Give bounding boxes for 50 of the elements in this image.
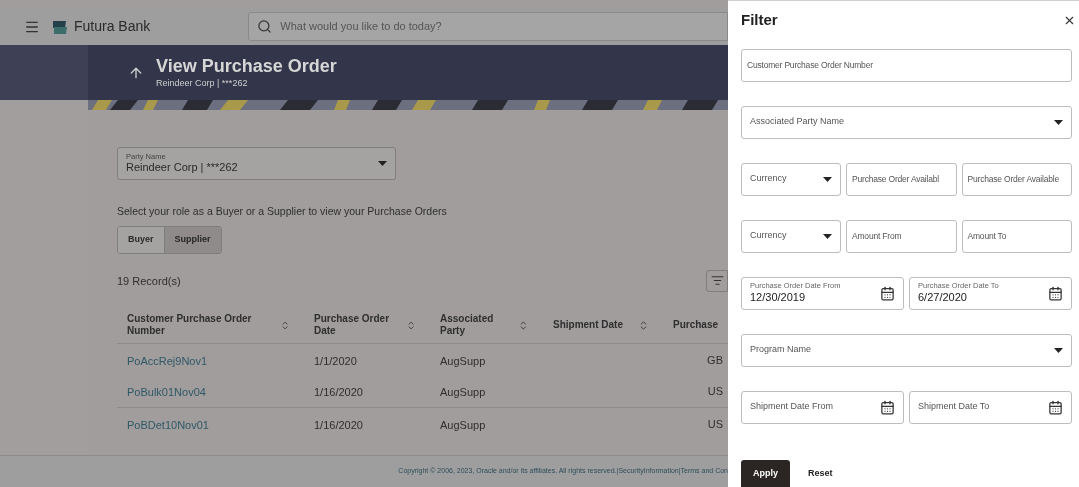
input-field[interactable]: Purchase Order Availabl [846, 162, 957, 196]
column-header[interactable]: Associated Party [440, 312, 519, 338]
apply-button[interactable]: Apply [741, 459, 790, 487]
column-header[interactable]: Customer Purchase Order Number [127, 312, 280, 338]
calendar-icon [880, 399, 895, 415]
column-header[interactable]: Shipment Date [553, 319, 623, 332]
dropdown-caret-icon [823, 176, 832, 182]
page-subtitle: Reindeer Corp | ***262 [156, 77, 249, 90]
calendar-icon [880, 285, 895, 301]
column-header[interactable]: Purchase Order Date [314, 312, 406, 338]
table-cell: AugSupp [440, 418, 486, 431]
input-field[interactable]: Customer Purchase Order Number [741, 48, 1072, 82]
dropdown-field[interactable]: Program Name [741, 333, 1072, 367]
table-cell-text: US [707, 384, 723, 399]
input-field[interactable]: Purchase Order Available [961, 162, 1072, 196]
table-cell: 1/16/2020 [314, 418, 363, 431]
sort-icon[interactable] [518, 319, 529, 331]
table-cell: AugSupp [440, 386, 486, 399]
brand-name: Futura Bank [74, 17, 151, 36]
role-instruction: Select your role as a Buyer or a Supplier to view your Purchase Orders [117, 204, 448, 219]
dropdown-caret-icon [823, 233, 832, 239]
input-field[interactable]: Amount From [846, 219, 957, 253]
column-header[interactable]: Purchase [673, 319, 719, 332]
table-cell: AugSupp [440, 354, 486, 367]
calendar-icon [1048, 285, 1063, 301]
dropdown-caret-icon [1054, 347, 1063, 353]
calendar-icon [1048, 399, 1063, 415]
bank-logo-icon [52, 18, 68, 35]
role-toggle[interactable]: Supplier [163, 226, 221, 253]
table-cell: 1/1/2020 [314, 354, 357, 367]
dropdown-caret-icon [378, 161, 387, 166]
page-title: View Purchase Order [156, 54, 337, 77]
filter-title: Filter [741, 10, 778, 30]
dropdown-field[interactable]: Currency [741, 162, 841, 196]
table-cell: 1/16/2020 [314, 386, 363, 399]
sort-icon[interactable] [638, 319, 649, 331]
search-icon [257, 19, 273, 34]
record-count: 19 Record(s) [117, 273, 181, 289]
role-toggle[interactable]: Buyer [118, 226, 164, 253]
dropdown-field[interactable]: Currency [741, 219, 841, 253]
input-field[interactable]: Amount To [961, 219, 1072, 253]
sort-icon[interactable] [405, 319, 416, 331]
table-cell-text: GB [707, 352, 723, 368]
filter-icon [710, 274, 724, 288]
dropdown-field[interactable]: Associated Party Name [741, 105, 1072, 139]
dropdown-caret-icon [1054, 119, 1063, 125]
sort-icon[interactable] [279, 319, 290, 331]
date-field[interactable]: Shipment Date To [909, 390, 1072, 424]
date-field[interactable]: Shipment Date From [741, 390, 904, 424]
table-cell-text: US [707, 416, 723, 432]
